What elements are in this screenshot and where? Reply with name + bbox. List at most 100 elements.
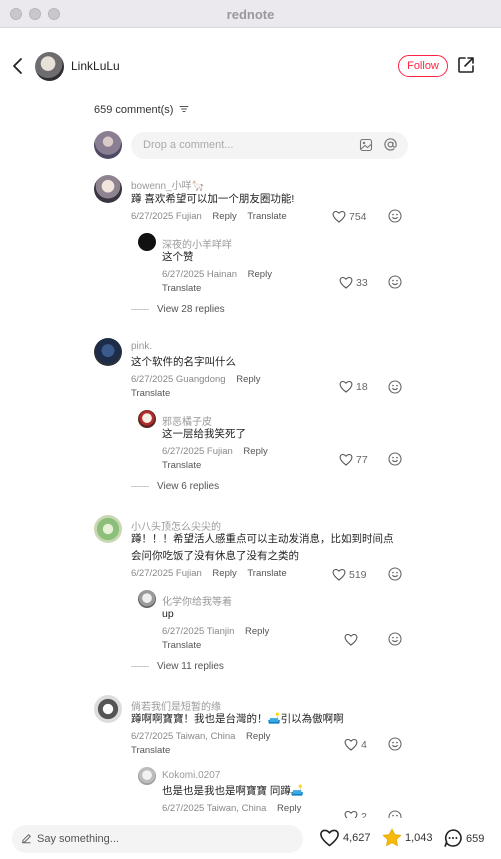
comment-date: 6/27/2025: [131, 568, 174, 579]
reply-meta: 6/27/2025 Tianjin Reply: [162, 626, 269, 637]
reply-text: 这一层给我笑死了: [162, 428, 246, 440]
comment-like-button[interactable]: 754: [332, 210, 367, 223]
reply-location: Hainan: [206, 269, 238, 280]
post-like-button[interactable]: 4,627: [319, 828, 371, 847]
share-icon: [458, 57, 474, 73]
sort-filter-icon[interactable]: [178, 104, 189, 116]
like-count: 754: [349, 211, 367, 223]
comment-input[interactable]: Drop a comment...: [131, 132, 408, 159]
translate-button[interactable]: Translate: [247, 211, 286, 222]
post-comment-button[interactable]: 659: [443, 828, 484, 848]
reply-date: 6/27/2025: [162, 446, 205, 457]
comment-text: 这个软件的名字叫什么: [131, 356, 236, 368]
comment-location: Guangdong: [175, 374, 226, 385]
emoji-reaction-icon[interactable]: [388, 380, 402, 394]
reply-button[interactable]: Reply: [212, 568, 236, 579]
commenter-avatar[interactable]: [94, 338, 122, 366]
post-header: LinkLuLu Follow: [0, 28, 501, 104]
back-button[interactable]: [9, 55, 27, 77]
heart-icon: [339, 276, 353, 289]
app-window: rednote LinkLuLu Follow 659 comment(s) D…: [0, 0, 501, 859]
post-collect-button[interactable]: 1,043: [382, 828, 433, 847]
heart-icon: [344, 633, 358, 646]
view-replies-button[interactable]: View 28 replies: [131, 304, 225, 315]
say-something-input[interactable]: Say something...: [12, 825, 303, 853]
bottom-action-bar: Say something... 4,627 1,043 659: [0, 818, 501, 859]
translate-button[interactable]: Translate: [162, 640, 201, 651]
comment-date: 6/27/2025: [131, 211, 174, 222]
view-replies-button[interactable]: View 6 replies: [131, 481, 219, 492]
reply-avatar[interactable]: [138, 233, 156, 251]
post-like-count: 4,627: [343, 832, 371, 844]
emoji-reaction-icon[interactable]: [388, 209, 402, 223]
comment-meta: 6/27/2025 Taiwan, China Reply: [131, 731, 270, 742]
reply-date: 6/27/2025: [162, 626, 205, 637]
reply-button[interactable]: Reply: [212, 211, 236, 222]
view-replies-button[interactable]: View 11 replies: [131, 661, 224, 672]
reply-avatar[interactable]: [138, 410, 156, 428]
comment-date: 6/27/2025: [131, 731, 174, 742]
comment-count: 659 comment(s): [94, 104, 174, 116]
comment-meta: 6/27/2025 Fujian Reply Translate: [131, 211, 287, 222]
reply-button[interactable]: Reply: [236, 374, 260, 385]
commenter-avatar[interactable]: [94, 175, 122, 203]
reply-like-button[interactable]: 77: [339, 453, 368, 466]
mention-icon[interactable]: [383, 137, 398, 152]
reply-date: 6/27/2025: [162, 803, 205, 814]
reply-like-button[interactable]: [344, 633, 361, 646]
reply-date: 6/27/2025: [162, 269, 205, 280]
emoji-reaction-icon[interactable]: [388, 632, 402, 646]
reply-button[interactable]: Reply: [277, 803, 301, 814]
title-bar: rednote: [0, 0, 501, 28]
translate-button[interactable]: Translate: [162, 460, 201, 471]
emoji-reaction-icon[interactable]: [388, 275, 402, 289]
comment-like-button[interactable]: 4: [344, 738, 367, 751]
emoji-reaction-icon[interactable]: [388, 567, 402, 581]
reply-text: 这个赞: [162, 251, 194, 263]
image-icon[interactable]: [359, 138, 373, 152]
reply-like-button[interactable]: 33: [339, 276, 368, 289]
commenter-name[interactable]: pink.: [131, 341, 152, 352]
reply-button[interactable]: Reply: [246, 731, 270, 742]
reply-avatar[interactable]: [138, 590, 156, 608]
commenter-name[interactable]: bowenn_小咩🦙: [131, 177, 204, 192]
reply-button[interactable]: Reply: [245, 626, 269, 637]
heart-icon: [332, 568, 346, 581]
translate-button[interactable]: Translate: [247, 568, 286, 579]
reply-button[interactable]: Reply: [248, 269, 272, 280]
commenter-avatar[interactable]: [94, 515, 122, 543]
comment-location: Fujian: [175, 568, 202, 579]
commenter-avatar[interactable]: [94, 695, 122, 723]
pencil-icon: [22, 834, 31, 844]
author-avatar[interactable]: [35, 52, 64, 81]
like-count: 4: [361, 739, 367, 751]
reply-avatar[interactable]: [138, 767, 156, 785]
translate-button[interactable]: Translate: [131, 388, 170, 399]
translate-button[interactable]: Translate: [131, 745, 170, 756]
star-icon: [382, 828, 402, 846]
current-user-avatar: [94, 131, 122, 159]
comment-count-row: 659 comment(s): [94, 104, 189, 116]
say-something-placeholder: Say something...: [37, 833, 119, 845]
like-count: 519: [349, 569, 367, 581]
author-name[interactable]: LinkLuLu: [71, 59, 120, 73]
reply-button[interactable]: Reply: [243, 446, 267, 457]
like-count: 77: [356, 454, 368, 466]
like-count: 18: [356, 381, 368, 393]
reply-meta: 6/27/2025 Fujian Reply: [162, 446, 268, 457]
heart-icon: [339, 380, 353, 393]
translate-button[interactable]: Translate: [162, 283, 201, 294]
comment-text: 蹲！！！希望活人感重点可以主动发消息，比如到时间点: [131, 533, 394, 545]
reply-text: up: [162, 608, 174, 620]
follow-button[interactable]: Follow: [398, 55, 448, 77]
comment-like-button[interactable]: 519: [332, 568, 367, 581]
reply-user-name[interactable]: Kokomi.0207: [162, 770, 220, 781]
comment-bubble-icon: [444, 829, 462, 847]
reply-text: 也是也是我也是啊寶寶 同蹲🛋️: [162, 785, 304, 797]
emoji-reaction-icon[interactable]: [388, 452, 402, 466]
emoji-reaction-icon[interactable]: [388, 737, 402, 751]
heart-icon: [344, 738, 358, 751]
heart-icon: [320, 829, 339, 847]
comment-like-button[interactable]: 18: [339, 380, 368, 393]
share-button[interactable]: [456, 55, 476, 75]
